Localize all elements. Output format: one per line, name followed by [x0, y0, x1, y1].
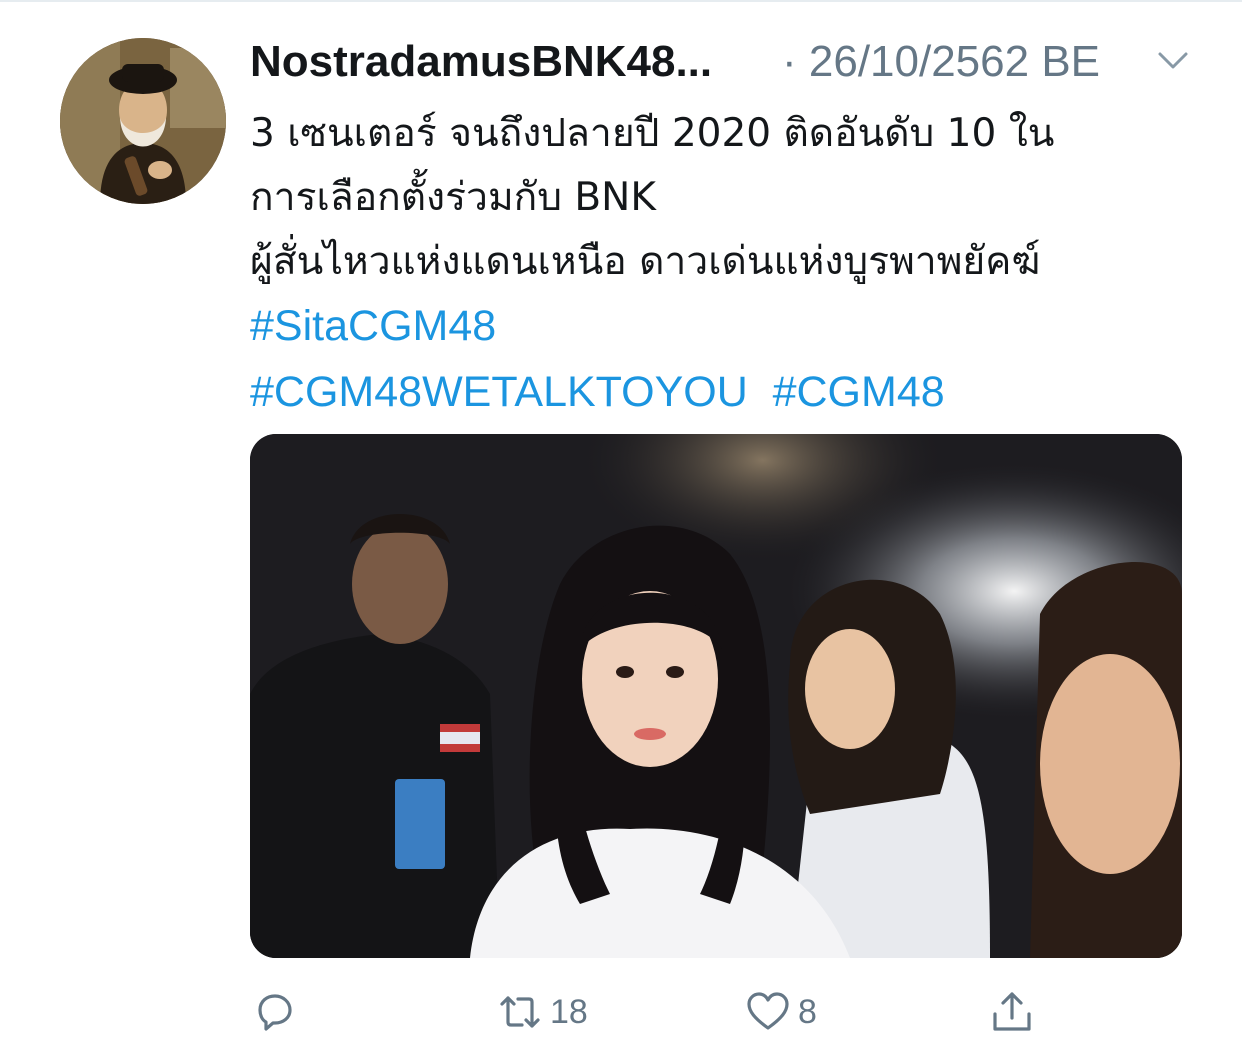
retweet-count: 18: [550, 992, 588, 1031]
tweet-text-line: ผู้สั่นไหวแห่งแดนเหนือ ดาวเด่นแห่งบูรพาพ…: [250, 239, 1041, 284]
like-button[interactable]: 8: [744, 980, 817, 1044]
tweet-text-line: การเลือกตั้งร่วมกับ BNK: [250, 175, 656, 220]
photo-image: [250, 434, 1182, 958]
hashtag-link[interactable]: #CGM48: [773, 368, 945, 416]
tweet-header: NostradamusBNK48... · 26/10/2562 BE: [250, 34, 1210, 90]
tweet-text-line: 3 เซนเตอร์ จนถึงปลายปี 2020 ติดอันดับ 10…: [250, 111, 1055, 156]
hashtag-line: #CGM48WETALKTOYOU #CGM48: [250, 360, 1210, 426]
avatar-portrait-image: [60, 38, 226, 204]
avatar[interactable]: [60, 38, 226, 204]
hashtag-link[interactable]: #SitaCGM48: [250, 302, 496, 350]
author-name[interactable]: NostradamusBNK48...: [250, 34, 712, 90]
share-icon: [993, 992, 1031, 1031]
like-count: 8: [798, 992, 817, 1031]
heart-icon: [747, 992, 789, 1030]
tweet-text: 3 เซนเตอร์ จนถึงปลายปี 2020 ติดอันดับ 10…: [250, 102, 1210, 426]
timestamp[interactable]: · 26/10/2562 BE: [782, 34, 1100, 90]
tweet-media-photo[interactable]: [250, 434, 1182, 958]
top-divider: [0, 0, 1242, 2]
reply-button[interactable]: [250, 980, 298, 1044]
hashtag-link[interactable]: #CGM48WETALKTOYOU: [250, 368, 748, 416]
tweet-actions: 18 8: [250, 980, 1182, 1044]
share-button[interactable]: [988, 980, 1036, 1044]
retweet-icon: [500, 996, 540, 1028]
hashtag-line: #SitaCGM48: [250, 294, 1210, 360]
reply-icon: [258, 994, 292, 1031]
retweet-button[interactable]: 18: [496, 980, 588, 1044]
chevron-down-icon[interactable]: [1156, 48, 1190, 74]
